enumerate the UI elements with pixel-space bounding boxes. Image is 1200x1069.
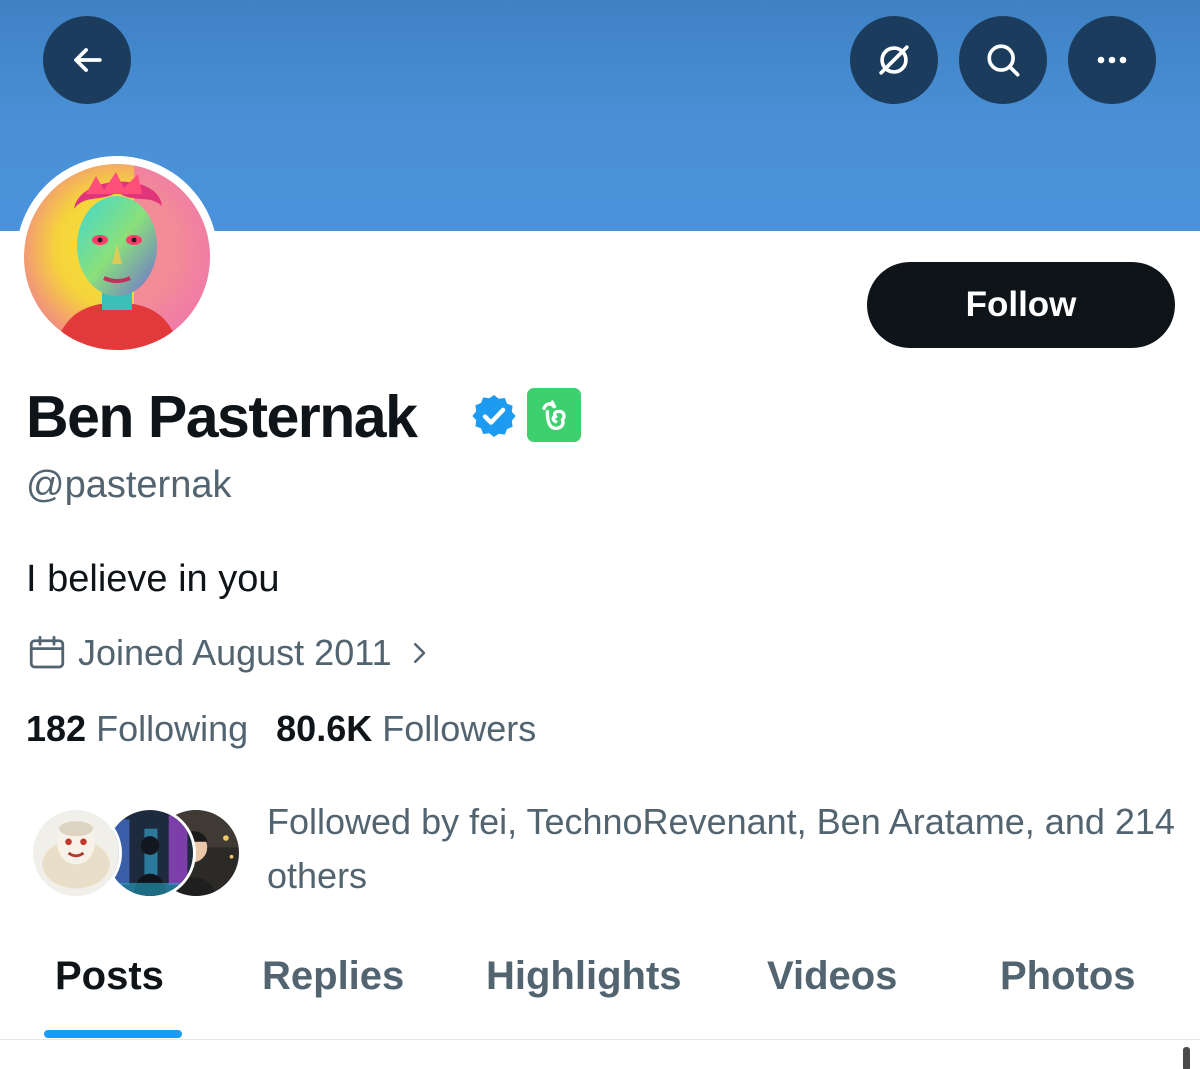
follow-button[interactable]: Follow	[867, 262, 1175, 348]
profile-handle: @pasternak	[26, 464, 232, 506]
tab-posts[interactable]: Posts	[55, 954, 164, 999]
active-tab-indicator	[44, 1030, 182, 1038]
affiliate-badge-icon	[542, 400, 566, 430]
tabs-divider	[0, 1039, 1200, 1040]
search-icon	[987, 44, 1020, 77]
grok-icon	[879, 45, 909, 75]
avatar[interactable]	[24, 164, 210, 350]
tab-highlights[interactable]: Highlights	[486, 954, 682, 999]
chevron-right-icon	[413, 643, 425, 663]
following-label: Following	[96, 708, 249, 749]
tab-replies[interactable]: Replies	[262, 954, 404, 999]
verified-badge-icon[interactable]	[470, 392, 518, 440]
followers-count: 80.6K	[276, 708, 373, 749]
mutual-avatar	[30, 807, 122, 899]
followers-label: Followers	[382, 708, 537, 749]
following-count: 182	[26, 708, 87, 749]
followed-by-text[interactable]: Followed by fei, TechnoRevenant, Ben Ara…	[267, 795, 1187, 903]
followers-link[interactable]: 80.6K Followers	[276, 708, 536, 750]
joined-text: Joined August 2011	[78, 632, 392, 673]
tab-photos[interactable]: Photos	[1000, 954, 1136, 999]
profile-tabs: Posts Replies Highlights Videos Photos	[0, 940, 1200, 1040]
following-link[interactable]: 182 Following	[26, 708, 248, 750]
back-button[interactable]	[43, 16, 131, 104]
more-button[interactable]	[1068, 16, 1156, 104]
search-button[interactable]	[959, 16, 1047, 104]
joined-date[interactable]: Joined August 2011	[26, 628, 434, 678]
mutual-followers-avatars[interactable]	[30, 807, 242, 899]
calendar-icon	[29, 635, 65, 669]
scrollbar[interactable]	[1183, 1047, 1190, 1069]
profile-bio: I believe in you	[26, 558, 280, 600]
grok-button[interactable]	[850, 16, 938, 104]
arrow-left-icon	[74, 48, 102, 72]
tab-videos[interactable]: Videos	[767, 954, 897, 999]
profile-name: Ben Pasternak	[26, 384, 418, 450]
more-icon	[1097, 56, 1127, 64]
profile-stats: 182 Following 80.6K Followers	[26, 708, 536, 750]
avatar-image	[24, 164, 210, 350]
affiliate-badge[interactable]	[527, 388, 581, 442]
